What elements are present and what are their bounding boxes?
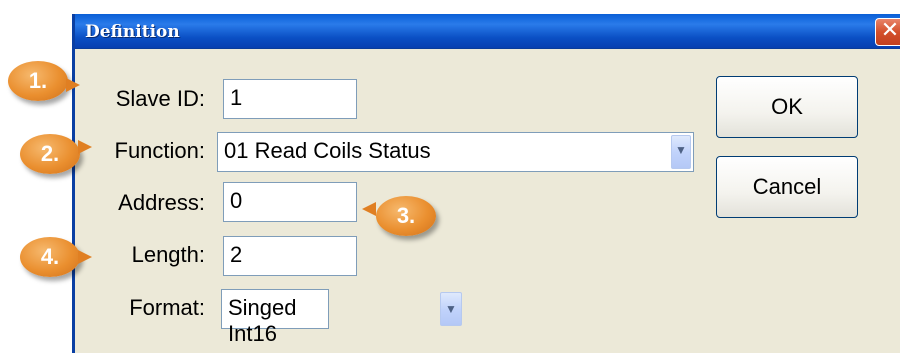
slave-id-label: Slave ID:: [115, 86, 205, 111]
close-button[interactable]: ✕: [875, 18, 900, 46]
format-label: Format:: [129, 295, 205, 320]
definition-dialog: Definition ✕ Slave ID: 1 Function: 01 Re…: [72, 14, 900, 353]
function-label: Function:: [114, 138, 206, 163]
callout-4: 4.: [20, 237, 80, 277]
function-selected-value: 01 Read Coils Status: [224, 138, 431, 163]
address-label: Address:: [118, 190, 205, 215]
arrow-right-icon: [78, 250, 92, 264]
slave-id-field[interactable]: 1: [223, 79, 357, 119]
cancel-button[interactable]: Cancel: [716, 156, 858, 218]
address-field[interactable]: 0: [223, 182, 357, 222]
function-select[interactable]: 01 Read Coils Status ▼: [217, 132, 694, 172]
format-selected-value: Singed Int16: [228, 295, 297, 346]
callout-2: 2.: [20, 134, 80, 174]
callout-3: 3.: [376, 196, 436, 236]
callout-1: 1.: [8, 61, 68, 101]
arrow-left-icon: [362, 202, 376, 216]
length-field[interactable]: 2: [223, 236, 357, 276]
ok-button[interactable]: OK: [716, 76, 858, 138]
arrow-right-icon: [66, 78, 80, 92]
arrow-right-icon: [78, 140, 92, 154]
chevron-down-icon[interactable]: ▼: [440, 292, 462, 326]
length-label: Length:: [131, 242, 205, 267]
format-select[interactable]: Singed Int16: [221, 289, 329, 346]
window-title: Definition: [85, 22, 180, 42]
chevron-down-icon[interactable]: ▼: [671, 135, 691, 169]
title-bar[interactable]: Definition ✕: [75, 14, 900, 49]
close-icon: ✕: [880, 18, 900, 43]
